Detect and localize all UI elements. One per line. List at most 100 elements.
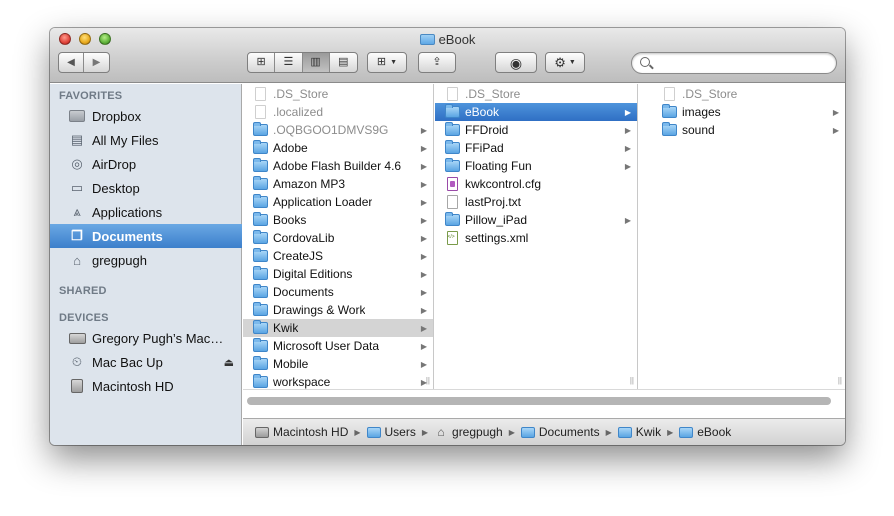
- cover-flow-icon: ▤: [338, 56, 349, 68]
- item-name: CordovaLib: [273, 231, 335, 245]
- sidebar-item-mac-bac-up[interactable]: ⏲ Mac Bac Up ⏏: [50, 350, 242, 374]
- sidebar-item-macintosh-hd[interactable]: Macintosh HD: [50, 374, 242, 398]
- sidebar-header-favorites: FAVORITES: [59, 90, 123, 102]
- folder-row[interactable]: Digital Editions ▶: [243, 265, 433, 283]
- share-icon: ⇪: [432, 56, 442, 68]
- path-crumb[interactable]: Macintosh HD ▶: [255, 425, 367, 439]
- folder-row[interactable]: images ▶: [652, 103, 845, 121]
- file-row[interactable]: .DS_Store: [652, 85, 845, 103]
- item-name: Drawings & Work: [273, 303, 366, 317]
- file-row[interactable]: .DS_Store: [435, 85, 637, 103]
- quick-look-button[interactable]: ◉: [495, 52, 537, 73]
- action-button[interactable]: ⚙ ▼: [545, 52, 585, 73]
- folder-icon: [252, 302, 268, 317]
- applications-icon: ⩓: [73, 204, 81, 219]
- folder-icon: [520, 426, 535, 438]
- path-crumb[interactable]: Users ▶: [366, 425, 435, 439]
- chevron-right-icon: ▶: [420, 233, 427, 243]
- icon-view-button[interactable]: ⊞: [248, 53, 276, 72]
- folder-row[interactable]: CreateJS ▶: [243, 247, 433, 265]
- folder-icon: [252, 176, 268, 191]
- path-crumb[interactable]: Documents ▶: [520, 425, 618, 439]
- sidebar-item-applications[interactable]: ⩓ Applications: [50, 200, 242, 224]
- sidebar-item-label: Mac Bac Up: [92, 354, 163, 370]
- folder-row[interactable]: FFiPad ▶: [435, 139, 637, 157]
- folder-row[interactable]: Drawings & Work ▶: [243, 301, 433, 319]
- forward-button[interactable]: ▶: [84, 53, 109, 72]
- chevron-right-icon: ▶: [420, 179, 427, 189]
- chevron-right-icon: ▶: [420, 161, 427, 171]
- column-view-button[interactable]: ▥: [302, 53, 330, 72]
- search-input[interactable]: [656, 55, 831, 71]
- file-row[interactable]: settings.xml: [435, 229, 637, 247]
- folder-row[interactable]: Kwik ▶: [243, 319, 433, 337]
- finder-window: eBook ◀ ▶ ⊞ ☰ ▥ ▤ ⊞ ▼ ⇪ ◉ ⚙ ▼ FAVORITES …: [50, 28, 845, 445]
- path-crumb[interactable]: eBook: [679, 425, 731, 439]
- folder-icon: [252, 194, 268, 209]
- file-row[interactable]: lastProj.txt: [435, 193, 637, 211]
- browser-column[interactable]: || .DS_Store .localized .OQBGOO1DMVS9G ▶ Ado…: [243, 84, 434, 389]
- item-name: Adobe: [273, 141, 308, 155]
- folder-row[interactable]: Pillow_iPad ▶: [435, 211, 637, 229]
- scrollbar-thumb[interactable]: [247, 397, 831, 405]
- sidebar-item-desktop[interactable]: ▭ Desktop: [50, 176, 242, 200]
- path-separator-icon: ▶: [508, 427, 515, 437]
- sidebar-header-devices: DEVICES: [59, 312, 109, 324]
- search-field[interactable]: [631, 52, 837, 74]
- path-separator-icon: ▶: [421, 427, 429, 437]
- dropdown-arrow-icon: ▼: [390, 59, 398, 66]
- sidebar-item-airdrop[interactable]: ◎ AirDrop: [50, 152, 242, 176]
- chevron-right-icon: ▶: [832, 107, 839, 117]
- folder-row[interactable]: Amazon MP3 ▶: [243, 175, 433, 193]
- eject-icon[interactable]: ⏏: [224, 356, 234, 369]
- folder-row[interactable]: eBook ▶: [435, 103, 637, 121]
- item-name: .OQBGOO1DMVS9G: [273, 123, 389, 137]
- column-resize-handle[interactable]: ||: [838, 376, 842, 385]
- folder-row[interactable]: .OQBGOO1DMVS9G ▶: [243, 121, 433, 139]
- folder-row[interactable]: Adobe Flash Builder 4.6 ▶: [243, 157, 433, 175]
- sidebar-item-gregorys-mac[interactable]: Gregory Pugh’s Mac…: [50, 326, 242, 350]
- folder-row[interactable]: Documents ▶: [243, 283, 433, 301]
- path-crumb[interactable]: Kwik ▶: [617, 425, 680, 439]
- folder-row[interactable]: sound ▶: [652, 121, 845, 139]
- browser-column[interactable]: || .DS_Store eBook ▶ FFDroid ▶ FFiPad ▶ Floatin…: [435, 84, 638, 389]
- folder-row[interactable]: Floating Fun ▶: [435, 157, 637, 175]
- file-row[interactable]: .DS_Store: [243, 85, 433, 103]
- item-name: Application Loader: [273, 195, 373, 209]
- list-view-button[interactable]: ☰: [275, 53, 303, 72]
- item-name: .localized: [273, 105, 324, 119]
- cover-flow-view-button[interactable]: ▤: [330, 53, 357, 72]
- folder-row[interactable]: FFDroid ▶: [435, 121, 637, 139]
- sidebar-item-documents[interactable]: ❐ Documents: [50, 224, 242, 248]
- horizontal-scrollbar[interactable]: [243, 389, 845, 418]
- sidebar-item-dropbox[interactable]: Dropbox: [50, 104, 242, 128]
- folder-row[interactable]: Microsoft User Data ▶: [243, 337, 433, 355]
- folder-icon: [252, 248, 268, 263]
- file-row[interactable]: kwkcontrol.cfg: [435, 175, 637, 193]
- item-name: .DS_Store: [682, 87, 738, 101]
- folder-row[interactable]: Books ▶: [243, 211, 433, 229]
- folder-row[interactable]: CordovaLib ▶: [243, 229, 433, 247]
- airdrop-icon: ◎: [71, 156, 83, 171]
- back-arrow-icon: ◀: [67, 57, 75, 68]
- chevron-right-icon: ▶: [420, 251, 427, 261]
- eye-icon: ◉: [509, 54, 523, 71]
- column-resize-handle[interactable]: ||: [630, 376, 634, 385]
- share-button[interactable]: ⇪: [418, 52, 456, 73]
- back-button[interactable]: ◀: [59, 53, 85, 72]
- sidebar-item-gregpugh[interactable]: ⌂ gregpugh: [50, 248, 242, 272]
- arrange-button[interactable]: ⊞ ▼: [367, 52, 407, 73]
- folder-row[interactable]: Application Loader ▶: [243, 193, 433, 211]
- path-crumb[interactable]: ⌂ gregpugh ▶: [434, 425, 521, 439]
- path-crumb-label: Users: [384, 425, 416, 439]
- file-row[interactable]: .localized: [243, 103, 433, 121]
- chevron-right-icon: ▶: [420, 269, 427, 279]
- sidebar-item-all-my-files[interactable]: ▤ All My Files: [50, 128, 242, 152]
- folder-row[interactable]: Adobe ▶: [243, 139, 433, 157]
- document-icon: [444, 87, 460, 101]
- scrollbar-track[interactable]: [247, 397, 835, 405]
- chevron-right-icon: ▶: [420, 323, 427, 333]
- browser-column[interactable]: || .DS_Store images ▶ sound ▶: [652, 84, 845, 389]
- folder-row[interactable]: Mobile ▶: [243, 355, 433, 373]
- item-name: Digital Editions: [273, 267, 353, 281]
